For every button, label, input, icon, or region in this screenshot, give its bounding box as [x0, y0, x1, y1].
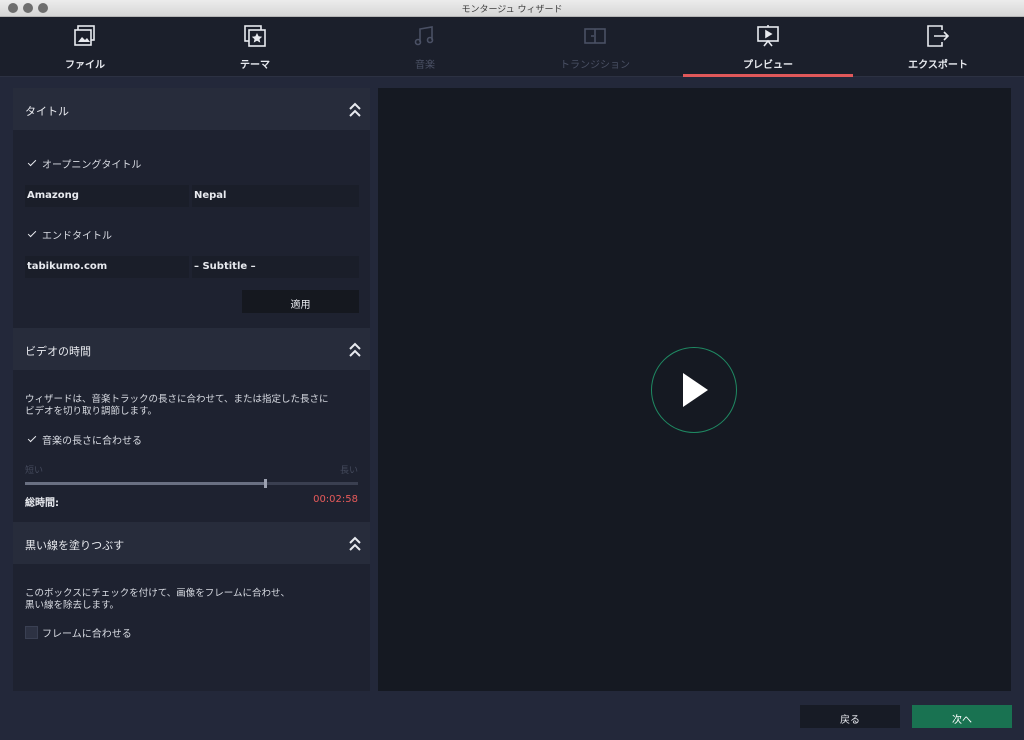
checkbox-label: エンドタイトル [42, 230, 112, 242]
total-time-value: 00:02:58 [313, 494, 358, 505]
blackbar-section-header[interactable]: 黒い線を塗りつぶす [13, 522, 370, 564]
collapse-chevron-icon[interactable] [348, 342, 362, 358]
long-label: 長い [339, 466, 358, 476]
checkbox-label: フレームに合わせる [42, 628, 132, 640]
play-button[interactable] [651, 347, 737, 433]
theme-star-icon [244, 25, 266, 47]
tab-theme[interactable]: テーマ [170, 17, 340, 77]
opening-subtitle-field[interactable]: Nepal [192, 185, 359, 207]
total-time-label: 総時間: [25, 498, 59, 509]
duration-slider-labels: 短い 長い [25, 463, 358, 476]
description-line: ウィザードは、音楽トラックの長さに合わせて、または指定した長さに [25, 394, 329, 405]
fit-frame-checkbox[interactable]: フレームに合わせる [25, 625, 132, 640]
section-title: タイトル [25, 105, 69, 118]
wizard-steps-nav: ファイル テーマ 音楽 トランジション プレビュー エクスポート [0, 17, 1024, 77]
short-label: 短い [25, 466, 44, 476]
active-tab-indicator [683, 74, 853, 77]
duration-description: ウィザードは、音楽トラックの長さに合わせて、または指定した長さに ビデオを切り取… [25, 394, 329, 418]
tab-label: ファイル [65, 60, 105, 71]
apply-button[interactable]: 適用 [242, 290, 359, 313]
tab-label: トランジション [560, 60, 630, 71]
slider-thumb[interactable] [263, 479, 267, 488]
tab-file[interactable]: ファイル [0, 17, 170, 77]
empty-checkbox-box [25, 625, 38, 639]
checkmark-icon [27, 434, 38, 445]
section-title: 黒い線を塗りつぶす [25, 539, 125, 552]
music-note-icon [414, 26, 434, 46]
tab-preview[interactable]: プレビュー [683, 17, 853, 77]
collapse-chevron-icon[interactable] [348, 536, 362, 552]
next-button[interactable]: 次へ [912, 705, 1012, 728]
duration-slider[interactable] [25, 479, 358, 488]
section-title: ビデオの時間 [25, 345, 91, 358]
tab-music[interactable]: 音楽 [340, 17, 510, 77]
fit-music-checkbox[interactable]: 音楽の長さに合わせる [27, 432, 142, 447]
tab-label: エクスポート [908, 60, 968, 71]
description-line: ビデオを切り取り調節します。 [25, 406, 158, 417]
video-preview [378, 88, 1011, 691]
blackbar-description: このボックスにチェックを付けて、画像をフレームに合わせ、 黒い線を除去します。 [25, 588, 290, 612]
preview-play-icon [757, 25, 779, 47]
checkbox-label: 音楽の長さに合わせる [42, 435, 142, 447]
title-section-header[interactable]: タイトル [13, 88, 370, 130]
checkmark-icon [27, 158, 38, 169]
duration-section-header[interactable]: ビデオの時間 [13, 328, 370, 370]
ending-subtitle-field[interactable]: – Subtitle – [192, 256, 359, 278]
description-line: 黒い線を除去します。 [25, 600, 120, 611]
ending-title-checkbox[interactable]: エンドタイトル [27, 227, 112, 242]
checkbox-label: オープニングタイトル [42, 159, 142, 171]
transition-icon [584, 28, 606, 44]
window-titlebar: モンタージュ ウィザード [0, 0, 1024, 17]
opening-title-field[interactable]: Amazong [25, 185, 189, 207]
tab-export[interactable]: エクスポート [853, 17, 1023, 77]
slider-fill [25, 482, 265, 485]
checkmark-icon [27, 229, 38, 240]
tab-label: プレビュー [743, 60, 793, 71]
window-title: モンタージュ ウィザード [461, 5, 563, 15]
play-icon [683, 373, 708, 407]
ending-title-field[interactable]: tabikumo.com [25, 256, 189, 278]
tab-label: テーマ [240, 60, 270, 71]
tab-label: 音楽 [415, 60, 435, 71]
collapse-chevron-icon[interactable] [348, 102, 362, 118]
opening-title-checkbox[interactable]: オープニングタイトル [27, 156, 142, 171]
settings-panel: タイトル オープニングタイトル Amazong Nepal エンドタイトル ta… [13, 88, 370, 691]
file-media-icon [74, 25, 95, 46]
export-icon [927, 25, 950, 47]
description-line: このボックスにチェックを付けて、画像をフレームに合わせ、 [25, 588, 290, 599]
back-button[interactable]: 戻る [800, 705, 900, 728]
tab-transition[interactable]: トランジション [510, 17, 680, 77]
